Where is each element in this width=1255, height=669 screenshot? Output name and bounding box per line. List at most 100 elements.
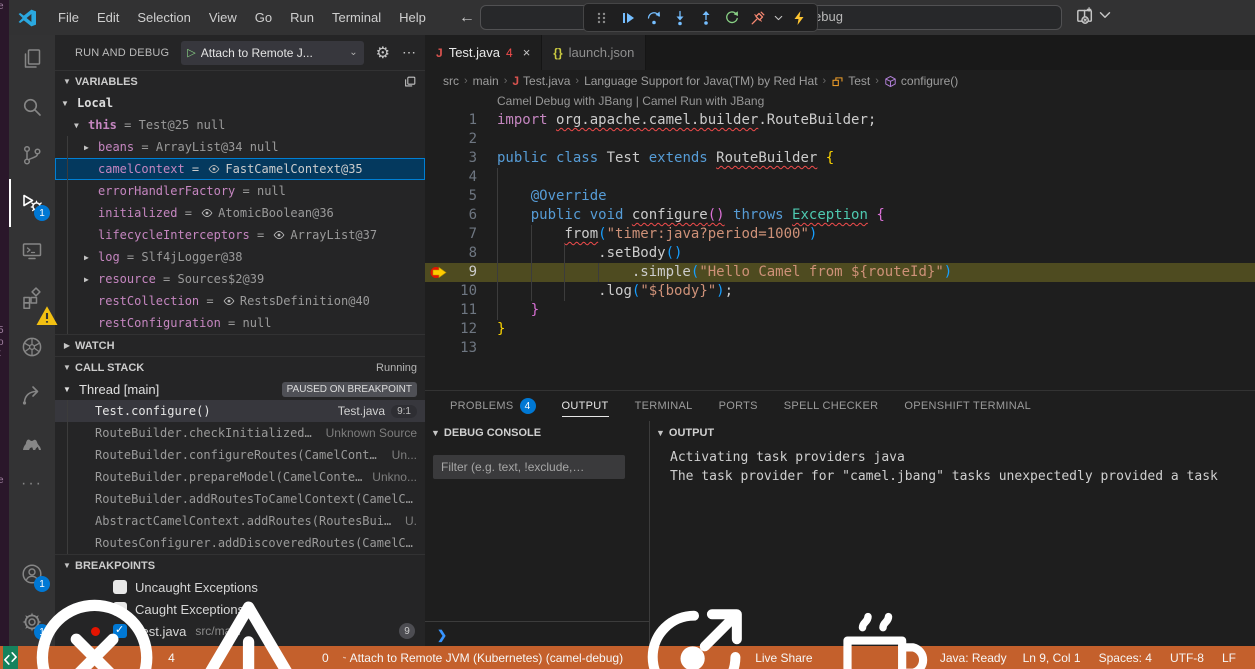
- open-editors-icon[interactable]: [403, 75, 417, 89]
- breadcrumb-item[interactable]: main: [473, 74, 499, 88]
- toolbar-drag-handle[interactable]: [590, 6, 614, 30]
- debug-console-header[interactable]: ▼ DEBUG CONSOLE: [425, 421, 649, 445]
- debug-console-filter-input[interactable]: [433, 455, 625, 479]
- stack-frame[interactable]: RouteBuilder.checkInitialized()Unknown S…: [55, 422, 425, 444]
- output-log[interactable]: Activating task providers javaThe task p…: [650, 445, 1255, 486]
- more-actions-icon[interactable]: ⋯: [402, 44, 417, 61]
- toolbar-step-over[interactable]: [642, 6, 666, 30]
- activity-run-and-debug[interactable]: 1: [9, 179, 55, 227]
- panel-tab-openshift-terminal[interactable]: OPENSHIFT TERMINAL: [904, 391, 1031, 421]
- status-cursor-position[interactable]: Ln 9, Col 1: [1014, 646, 1090, 669]
- activity-source-control[interactable]: [9, 131, 55, 179]
- chevron-down-icon[interactable]: ⌄: [349, 47, 357, 58]
- variables-section[interactable]: ▼VARIABLES: [55, 70, 425, 92]
- code-line-4[interactable]: 4: [425, 168, 1255, 187]
- panel-tab-terminal[interactable]: TERMINAL: [635, 391, 693, 421]
- menu-help[interactable]: Help: [390, 6, 435, 29]
- menu-go[interactable]: Go: [246, 6, 281, 29]
- stack-frame[interactable]: RouteBuilder.configureRoutes(CamelContex…: [55, 444, 425, 466]
- status-problems[interactable]: 40: [18, 646, 336, 669]
- toolbar-step-out[interactable]: [694, 6, 718, 30]
- debug-console-input[interactable]: ❯: [425, 621, 649, 647]
- codelens-actions[interactable]: Camel Debug with JBang | Camel Run with …: [425, 92, 1255, 111]
- code-editor[interactable]: Camel Debug with JBang | Camel Run with …: [425, 92, 1255, 390]
- activity-extensions[interactable]: [9, 275, 55, 323]
- variable-initialized[interactable]: initialized = AtomicBoolean@36: [55, 202, 425, 224]
- code-line-7[interactable]: 7 from("timer:java?period=1000"): [425, 225, 1255, 244]
- tab-launch-json[interactable]: {}launch.json: [542, 35, 646, 70]
- toolbar-step-into[interactable]: [668, 6, 692, 30]
- variable-restConfiguration[interactable]: restConfiguration = null: [55, 312, 425, 334]
- launch-config-picker[interactable]: ▷ Attach to Remote J... ⌄: [181, 41, 363, 65]
- status-live-share[interactable]: Live Share: [630, 646, 819, 669]
- activity-additional-views[interactable]: ···: [9, 467, 55, 501]
- variable-camelContext[interactable]: camelContext = FastCamelContext@35: [55, 158, 425, 180]
- close-icon[interactable]: ×: [523, 45, 531, 60]
- call-stack-section[interactable]: ▼CALL STACKRunning: [55, 356, 425, 378]
- status-eol[interactable]: LF: [1213, 646, 1245, 669]
- variables-scope-local[interactable]: ▼Local: [55, 92, 425, 114]
- variable-restCollection[interactable]: restCollection = RestsDefinition@40: [55, 290, 425, 312]
- breadcrumb-item[interactable]: Test: [831, 74, 870, 88]
- code-line-8[interactable]: 8 .setBody(): [425, 244, 1255, 263]
- code-line-1[interactable]: 1import org.apache.camel.builder.RouteBu…: [425, 111, 1255, 130]
- stack-frame[interactable]: RouteBuilder.prepareModel(CamelContext)U…: [55, 466, 425, 488]
- stack-frame[interactable]: AbstractCamelContext.addRoutes(RoutesBui…: [55, 510, 425, 532]
- stack-frame[interactable]: RoutesConfigurer.addDiscoveredRoutes(Cam…: [55, 532, 425, 554]
- breadcrumb-item[interactable]: Language Support for Java(TM) by Red Hat: [584, 74, 817, 88]
- status-java-status[interactable]: Java: Ready: [820, 646, 1014, 669]
- breakpoint-paused-icon[interactable]: [429, 265, 449, 280]
- activity-remote-explorer[interactable]: [9, 227, 55, 275]
- breakpoints-section[interactable]: ▼BREAKPOINTS: [55, 554, 425, 576]
- activity-kubernetes[interactable]: [9, 323, 55, 371]
- variable-errorHandlerFactory[interactable]: errorHandlerFactory = null: [55, 180, 425, 202]
- menu-run[interactable]: Run: [281, 6, 323, 29]
- layout-control-button[interactable]: [1075, 6, 1114, 24]
- remote-indicator[interactable]: [3, 646, 18, 669]
- panel-tab-spell-checker[interactable]: SPELL CHECKER: [784, 391, 879, 421]
- panel-tab-output[interactable]: OUTPUT: [562, 391, 609, 421]
- stack-frame[interactable]: RouteBuilder.addRoutesToCamelContext(Cam…: [55, 488, 425, 510]
- breadcrumb-item[interactable]: configure(): [884, 74, 958, 88]
- activity-explorer[interactable]: [9, 35, 55, 83]
- toolbar-disconnect[interactable]: [746, 6, 770, 30]
- code-line-5[interactable]: 5 @Override: [425, 187, 1255, 206]
- nav-back-icon[interactable]: ←: [459, 9, 475, 27]
- status-debug-config[interactable]: Attach to Remote JVM (Kubernetes) (camel…: [336, 646, 630, 669]
- variable-this[interactable]: ▼this = Test@25 null: [55, 114, 425, 136]
- activity-search[interactable]: [9, 83, 55, 131]
- code-line-9[interactable]: 9 .simple("Hello Camel from ${routeId}"): [425, 263, 1255, 282]
- toolbar-camel-action[interactable]: [787, 6, 811, 30]
- call-stack-thread[interactable]: ▼Thread [main]PAUSED ON BREAKPOINT: [55, 378, 425, 400]
- menu-file[interactable]: File: [49, 6, 88, 29]
- variable-resource[interactable]: ▶resource = Sources$2@39: [55, 268, 425, 290]
- code-line-3[interactable]: 3public class Test extends RouteBuilder …: [425, 149, 1255, 168]
- panel-tab-ports[interactable]: PORTS: [719, 391, 758, 421]
- breadcrumb-item[interactable]: src: [443, 74, 459, 88]
- code-line-2[interactable]: 2: [425, 130, 1255, 149]
- variable-log[interactable]: ▶log = Slf4jLogger@38: [55, 246, 425, 268]
- start-debug-icon[interactable]: ▷: [187, 46, 195, 59]
- code-line-13[interactable]: 13: [425, 339, 1255, 358]
- variable-lifecycleInterceptors[interactable]: lifecycleInterceptors = ArrayList@37: [55, 224, 425, 246]
- toolbar-restart[interactable]: [720, 6, 744, 30]
- menu-terminal[interactable]: Terminal: [323, 6, 390, 29]
- stack-frame[interactable]: Test.configure()Test.java9:1: [55, 400, 425, 422]
- tab-test-java[interactable]: JTest.java4×: [425, 35, 542, 70]
- output-header[interactable]: ▼ OUTPUT: [650, 421, 1255, 445]
- panel-tab-problems[interactable]: PROBLEMS4: [450, 391, 536, 421]
- breadcrumb-item[interactable]: JTest.java: [512, 74, 570, 88]
- code-line-11[interactable]: 11 }: [425, 301, 1255, 320]
- activity-camel[interactable]: [9, 419, 55, 467]
- watch-section[interactable]: ▶WATCH: [55, 334, 425, 356]
- code-line-6[interactable]: 6 public void configure() throws Excepti…: [425, 206, 1255, 225]
- variable-beans[interactable]: ▶beans = ArrayList@34 null: [55, 136, 425, 158]
- code-line-12[interactable]: 12}: [425, 320, 1255, 339]
- status-indentation[interactable]: Spaces: 4: [1090, 646, 1161, 669]
- toolbar-disconnect-dropdown[interactable]: [772, 6, 785, 30]
- activity-openshift[interactable]: [9, 371, 55, 419]
- toolbar-continue[interactable]: [616, 6, 640, 30]
- menu-view[interactable]: View: [200, 6, 246, 29]
- code-line-10[interactable]: 10 .log("${body}");: [425, 282, 1255, 301]
- menu-edit[interactable]: Edit: [88, 6, 128, 29]
